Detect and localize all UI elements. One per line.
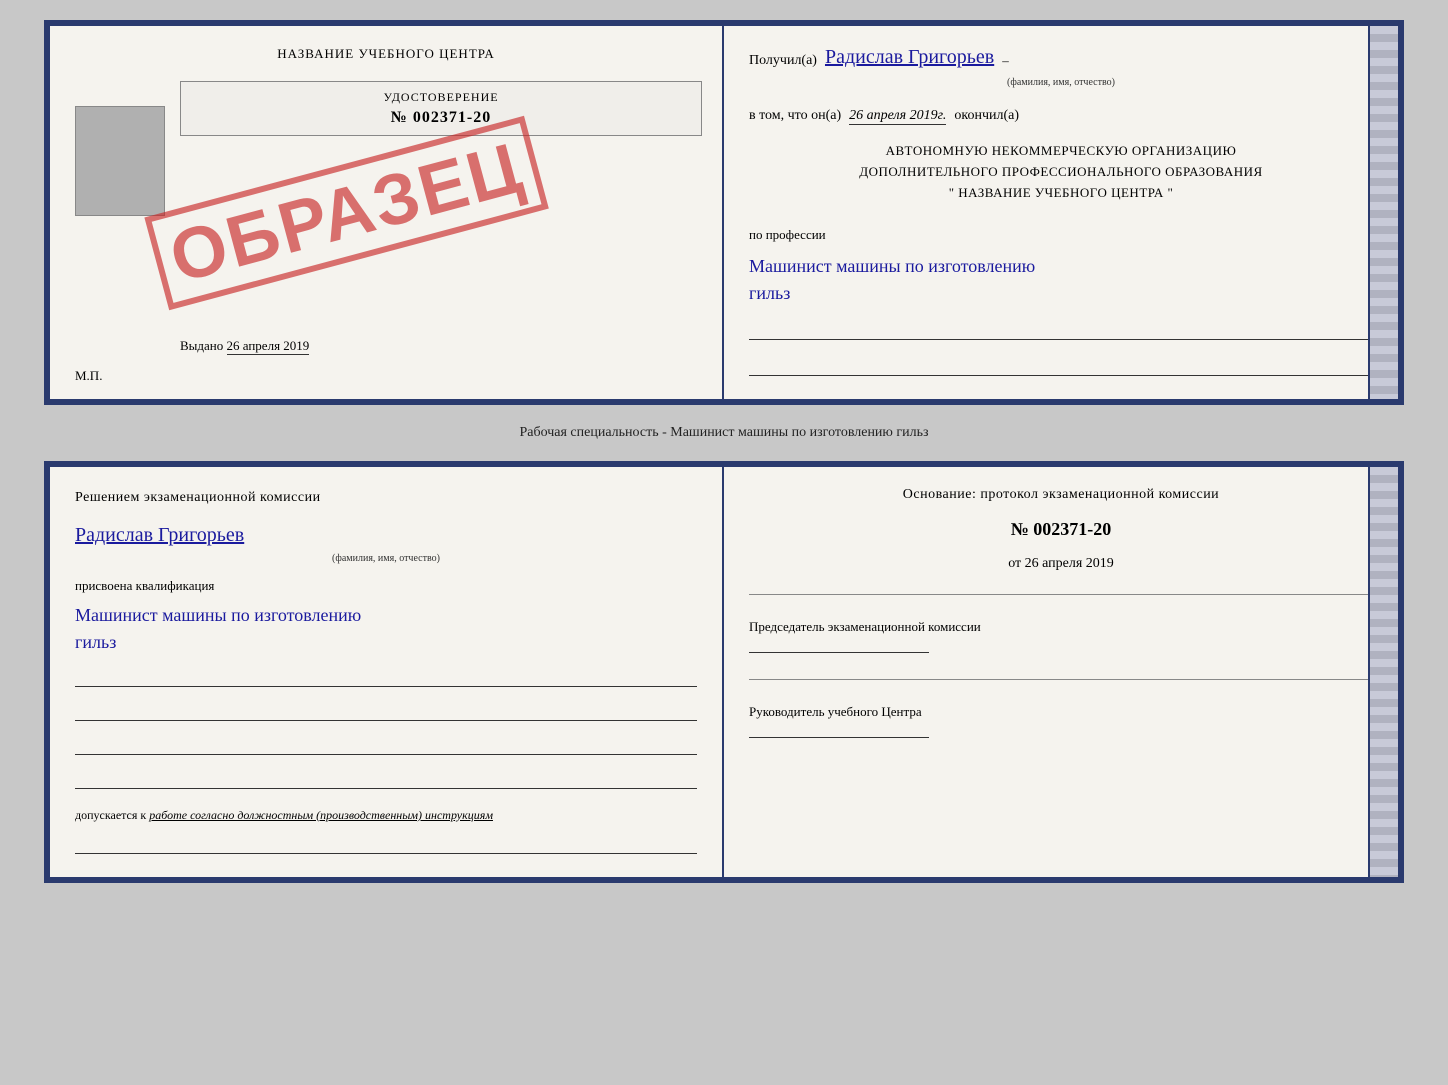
spine-b-dash-3 [1378,587,1394,588]
allowed-prefix: допускается к [75,808,146,822]
qual-line2: гильз [75,632,116,652]
spine-b-dash-9 [1378,860,1394,861]
document-top: НАЗВАНИЕ УЧЕБНОГО ЦЕНТРА УДОСТОВЕРЕНИЕ №… [44,20,1404,405]
spine-letter-a: а [1384,164,1388,174]
qual-line1: Машинист машины по изготовлению [75,605,361,625]
name-sublabel-top: (фамилия, имя, отчество) [749,77,1373,88]
right-spine-bottom: И а ← [1372,467,1398,876]
photo-placeholder [75,106,165,216]
issued-date: 26 апреля 2019 [227,338,310,355]
date-prefix: в том, что он(а) [749,108,841,124]
document-bottom: Решением экзаменационной комиссии Радисл… [44,461,1404,882]
right-spine-top: И а ← [1372,26,1398,399]
spine-dash-5 [1378,269,1394,270]
decision-title: Решением экзаменационной комиссии [75,487,697,509]
spine-b-dash-1 [1378,483,1394,484]
spine-b-letter-i: И [1382,547,1389,557]
spine-dash-2 [1378,69,1394,70]
cert-number: № 002371-20 [193,109,689,127]
director-sign-line [749,737,929,738]
org-line2: ДОПОЛНИТЕЛЬНОГО ПРОФЕССИОНАЛЬНОГО ОБРАЗО… [749,162,1373,183]
date-value-bottom: 26 апреля 2019 [1025,556,1114,571]
center-title-top: НАЗВАНИЕ УЧЕБНОГО ЦЕНТРА [75,46,697,62]
received-prefix: Получил(а) [749,53,817,69]
cert-card: УДОСТОВЕРЕНИЕ № 002371-20 [180,81,702,136]
cert-title: УДОСТОВЕРЕНИЕ [193,90,689,105]
spine-dash-7 [1378,327,1394,328]
allowed-row: допускается к работе согласно должностны… [75,808,697,823]
underline-b2 [75,701,697,721]
spine-b-arrow: ← [1381,692,1390,702]
date-row-bottom: от 26 апреля 2019 [749,556,1373,572]
underline2 [749,356,1373,376]
underline-b3 [75,735,697,755]
spine-dash-3 [1378,136,1394,137]
separator-label: Рабочая специальность - Машинист машины … [519,423,928,443]
underline-b4 [75,769,697,789]
spine-dash-9 [1378,384,1394,385]
date-row: в том, что он(а) 26 апреля 2019г. окончи… [749,108,1373,125]
underline1 [749,320,1373,340]
underline-b1 [75,667,697,687]
doc-bottom-right: Основание: протокол экзаменационной коми… [724,467,1398,876]
stamp-obrazec: ОБРАЗЕЦ [144,115,549,309]
date-value: 26 апреля 2019г. [849,108,946,125]
org-block: АВТОНОМНУЮ НЕКОММЕРЧЕСКУЮ ОРГАНИЗАЦИЮ ДО… [749,141,1373,203]
number-prefix: № [1011,519,1029,539]
spine-b-letter-a: а [1384,619,1388,629]
profession-prefix: по профессии [749,227,1373,243]
mp-label: М.П. [75,368,102,384]
spine-arrow: ← [1381,231,1390,241]
spine-b-dash-2 [1378,515,1394,516]
dash-line-1 [749,594,1373,595]
org-line1: АВТОНОМНУЮ НЕКОММЕРЧЕСКУЮ ОРГАНИЗАЦИЮ [749,141,1373,162]
number-value: 002371-20 [1033,519,1111,539]
received-row: Получил(а) Радислав Григорьев – [749,46,1373,69]
allowed-italic: работе согласно должностным (производств… [149,808,493,822]
spine-letter-i: И [1382,98,1389,108]
dash-line-2 [749,679,1373,680]
underline-b5 [75,834,697,854]
spine-dash-1 [1378,40,1394,41]
org-line3: " НАЗВАНИЕ УЧЕБНОГО ЦЕНТРА " [749,183,1373,204]
qualification-handwritten: Машинист машины по изготовлению гильз [75,602,697,656]
name-sublabel-bottom: (фамилия, имя, отчество) [75,553,697,564]
spine-b-dash-7 [1378,797,1394,798]
spine-b-dash-5 [1378,733,1394,734]
profession-line1: Машинист машины по изготовлению [749,256,1035,276]
date-suffix: окончил(а) [954,108,1019,124]
chairman-sign-line [749,652,929,653]
doc-top-left: НАЗВАНИЕ УЧЕБНОГО ЦЕНТРА УДОСТОВЕРЕНИЕ №… [50,26,724,399]
name-handwritten-top: Радислав Григорьев [825,46,994,69]
issued-line: Выдано 26 апреля 2019 [180,338,309,354]
profession-handwritten: Машинист машины по изготовлению гильз [749,253,1373,307]
issued-prefix: Выдано [180,338,223,353]
spine-b-dash-8 [1378,828,1394,829]
director-title: Руководитель учебного Центра [749,702,1373,723]
spine-dash-6 [1378,298,1394,299]
qualification-prefix: присвоена квалификация [75,578,697,594]
spine-b-dash-6 [1378,765,1394,766]
date-prefix-bottom: от [1008,556,1021,571]
number-row: № 002371-20 [749,519,1373,540]
spine-b-dash-4 [1378,660,1394,661]
chairman-title: Председатель экзаменационной комиссии [749,617,1373,638]
doc-bottom-left: Решением экзаменационной комиссии Радисл… [50,467,724,876]
doc-top-right: Получил(а) Радислав Григорьев – (фамилия… [724,26,1398,399]
basis-title: Основание: протокол экзаменационной коми… [749,487,1373,503]
profession-line2: гильз [749,283,790,303]
name-handwritten-bottom: Радислав Григорьев [75,524,697,547]
spine-dash-4 [1378,202,1394,203]
spine-dash-8 [1378,356,1394,357]
